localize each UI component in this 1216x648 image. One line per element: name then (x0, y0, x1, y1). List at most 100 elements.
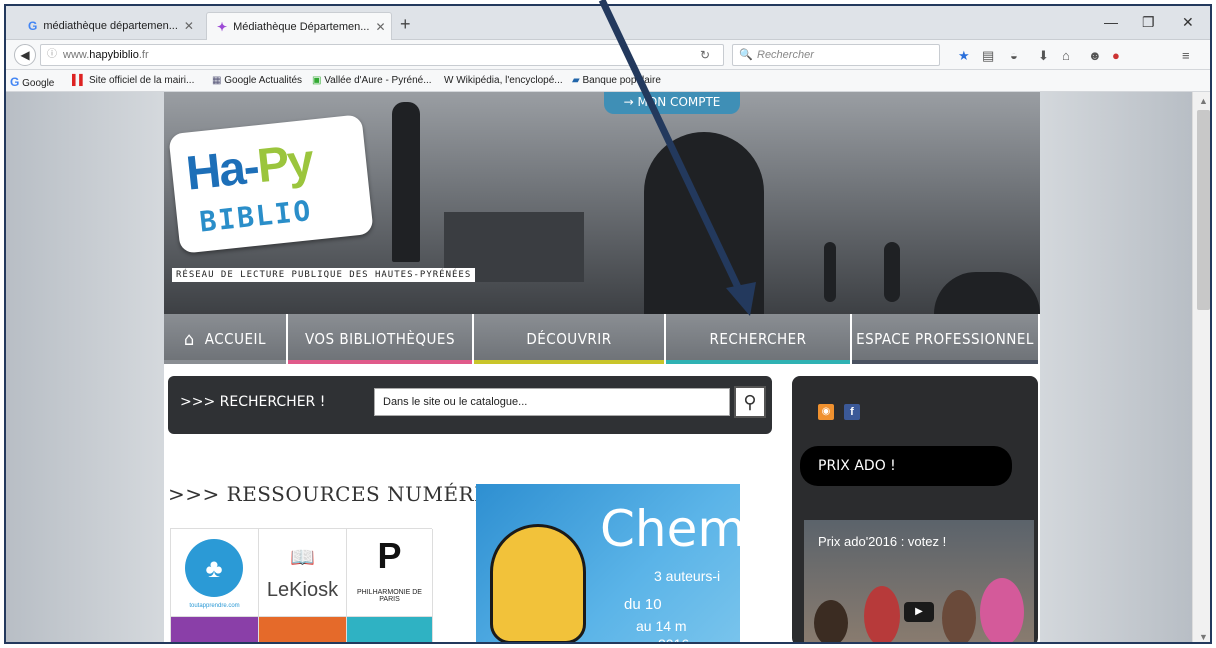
bank-icon: ▰ (572, 75, 580, 86)
resource-lekiosk[interactable]: 📖 LeKiosk (259, 529, 347, 617)
url-host: www. (63, 49, 90, 61)
vallee-icon: ▣ (312, 75, 322, 86)
scroll-up-icon[interactable]: ▲ (1199, 96, 1208, 106)
resource-philharmonie[interactable]: P PHILHARMONIE DE PARIS (347, 529, 433, 617)
facebook-icon[interactable]: f (844, 404, 860, 420)
home-icon[interactable]: ⌂ (1062, 48, 1070, 63)
person-figure (864, 586, 900, 642)
nav-accent-bar (474, 360, 664, 364)
pocket-icon[interactable]: ◒ (1010, 48, 1018, 63)
child-silhouette (824, 242, 836, 302)
minimize-icon[interactable]: — (1104, 14, 1118, 30)
close-icon[interactable]: ✕ (184, 19, 194, 33)
news-icon: ▦ (212, 75, 222, 86)
tab-label: médiathèque départemen... (43, 20, 178, 32)
prix-ado-heading[interactable]: PRIX ADO ! (800, 446, 1012, 486)
resource-tile[interactable] (347, 617, 433, 642)
main-navigation: ⌂ ACCUEIL VOS BIBLIOTHÈQUES DÉCOUVRIR RE… (164, 314, 1040, 364)
browser-window: G médiathèque départemen... ✕ ✦ Médiathè… (4, 4, 1212, 644)
maximize-icon[interactable]: ❐ (1142, 14, 1155, 31)
reload-icon[interactable]: ↻ (700, 48, 710, 62)
close-icon[interactable]: ✕ (375, 20, 385, 34)
back-arrow-icon[interactable]: ◀ (14, 44, 36, 66)
site-tagline: RÉSEAU DE LECTURE PUBLIQUE DES HAUTES-PY… (172, 268, 476, 282)
prix-ado-video[interactable]: Prix ado'2016 : votez ! ▶ (804, 520, 1034, 642)
nav-accent-bar (164, 360, 286, 364)
bookmark-google[interactable]: G Google (10, 75, 54, 89)
vertical-scrollbar[interactable]: ▲ ▼ (1192, 92, 1210, 642)
url-bar[interactable]: ⓘ www.hapybiblio.fr (40, 44, 724, 66)
url-domain: hapybiblio (89, 49, 139, 61)
bookmark-star-icon[interactable]: ★ (958, 48, 970, 64)
nav-espace-professionnel[interactable]: ESPACE PROFESSIONNEL (852, 314, 1040, 364)
info-icon[interactable]: ⓘ (47, 45, 57, 65)
tab-bar: G médiathèque départemen... ✕ ✦ Médiathè… (6, 6, 1210, 40)
google-g-icon: G (28, 19, 38, 33)
rss-icon[interactable]: ◉ (818, 404, 834, 420)
home-icon: ⌂ (183, 328, 195, 350)
hill-silhouette (934, 272, 1040, 314)
tab-mediatheque-search[interactable]: G médiathèque départemen... ✕ (18, 12, 202, 40)
scrollbar-thumb[interactable] (1197, 110, 1210, 310)
play-icon[interactable]: ▶ (904, 602, 934, 622)
google-g-icon: G (10, 75, 20, 89)
person-figure (980, 578, 1024, 642)
bookmarks-bar: G Google ▌▌ Site officiel de la mairi...… (6, 70, 1210, 92)
new-tab-button[interactable]: + (400, 14, 411, 35)
nav-accent-bar (666, 360, 850, 364)
tree-icon: ♣ (185, 539, 243, 597)
reading-list-icon[interactable]: ▤ (982, 48, 994, 64)
person-figure (814, 600, 848, 642)
person-figure (942, 590, 976, 642)
bookmark-wikipedia[interactable]: W Wikipédia, l'encyclopé... (444, 75, 563, 86)
child-silhouette (884, 242, 900, 302)
site-search-input[interactable]: Dans le site ou le catalogue... (374, 388, 730, 416)
bookmark-banque-populaire[interactable]: ▰ Banque populaire (572, 75, 661, 86)
nav-accent-bar (288, 360, 472, 364)
hapybiblio-logo[interactable]: Ha-Py BIBLIO (168, 114, 374, 254)
scroll-down-icon[interactable]: ▼ (1199, 632, 1208, 642)
nav-accueil[interactable]: ⌂ ACCUEIL (164, 314, 288, 364)
search-label: >>> RECHERCHER ! (180, 394, 326, 410)
site-banner: Ha-Py BIBLIO RÉSEAU DE LECTURE PUBLIQUE … (164, 92, 1040, 314)
resource-tile[interactable] (259, 617, 347, 642)
adblock-icon[interactable]: ● (1112, 48, 1120, 63)
tiger-illustration (490, 524, 586, 642)
resources-grid: ♣ toutapprendre.com 📖 LeKiosk P PHILHARM… (170, 528, 433, 642)
event-poster[interactable]: Chem 3 auteurs-i du 10 au 14 m 2016 (476, 484, 740, 642)
wikipedia-icon: W (444, 75, 454, 86)
nav-accent-bar (852, 360, 1038, 364)
resource-toutapprendre[interactable]: ♣ toutapprendre.com (171, 529, 259, 617)
tab-label: Médiathèque Départemen... (233, 20, 370, 33)
bookmark-google-news[interactable]: ▦ Google Actualités (212, 75, 302, 86)
navigation-toolbar: ◀ ⓘ www.hapybiblio.fr ↻ 🔍 Rechercher ★ ▤… (6, 40, 1210, 70)
sidebar-panel: ◉ f PRIX ADO ! Prix ado'2016 : votez ! ▶ (792, 376, 1038, 642)
page-viewport: Ha-Py BIBLIO RÉSEAU DE LECTURE PUBLIQUE … (6, 92, 1192, 642)
site-search-panel: >>> RECHERCHER ! Dans le site ou le cata… (168, 376, 772, 434)
nav-rechercher[interactable]: RECHERCHER (666, 314, 852, 364)
mairie-icon: ▌▌ (72, 75, 87, 86)
reader-silhouette (392, 102, 420, 262)
philharmonie-logo-icon: P (377, 535, 402, 576)
video-title: Prix ado'2016 : votez ! (818, 534, 947, 549)
mon-compte-button[interactable]: → MON COMPTE (604, 92, 740, 114)
tab-mediatheque-site[interactable]: ✦ Médiathèque Départemen... ✕ (206, 12, 392, 40)
download-icon[interactable]: ⬇ (1038, 48, 1049, 64)
menu-icon[interactable]: ≡ (1182, 48, 1190, 63)
url-tld: .fr (138, 49, 149, 61)
book-icon: 📖 (290, 547, 315, 569)
search-placeholder: Rechercher (757, 49, 814, 61)
hapybiblio-site: Ha-Py BIBLIO RÉSEAU DE LECTURE PUBLIQUE … (164, 92, 1040, 642)
search-button[interactable]: ⚲ (734, 386, 766, 418)
sync-icon[interactable]: ☻ (1088, 48, 1102, 63)
close-window-icon[interactable]: ✕ (1182, 14, 1194, 31)
resource-tile[interactable] (171, 617, 259, 642)
nav-vos-bibliotheques[interactable]: VOS BIBLIOTHÈQUES (288, 314, 474, 364)
nav-decouvrir[interactable]: DÉCOUVRIR (474, 314, 666, 364)
bookmark-vallee-aure[interactable]: ▣ Vallée d'Aure - Pyréné... (312, 75, 432, 86)
bookmark-mairie[interactable]: ▌▌ Site officiel de la mairi... (72, 75, 194, 86)
browser-search-input[interactable]: 🔍 Rechercher (732, 44, 940, 66)
search-icon: ⚲ (743, 392, 757, 412)
mediatheque-icon: ✦ (217, 19, 228, 34)
search-icon: 🔍 (739, 49, 753, 61)
